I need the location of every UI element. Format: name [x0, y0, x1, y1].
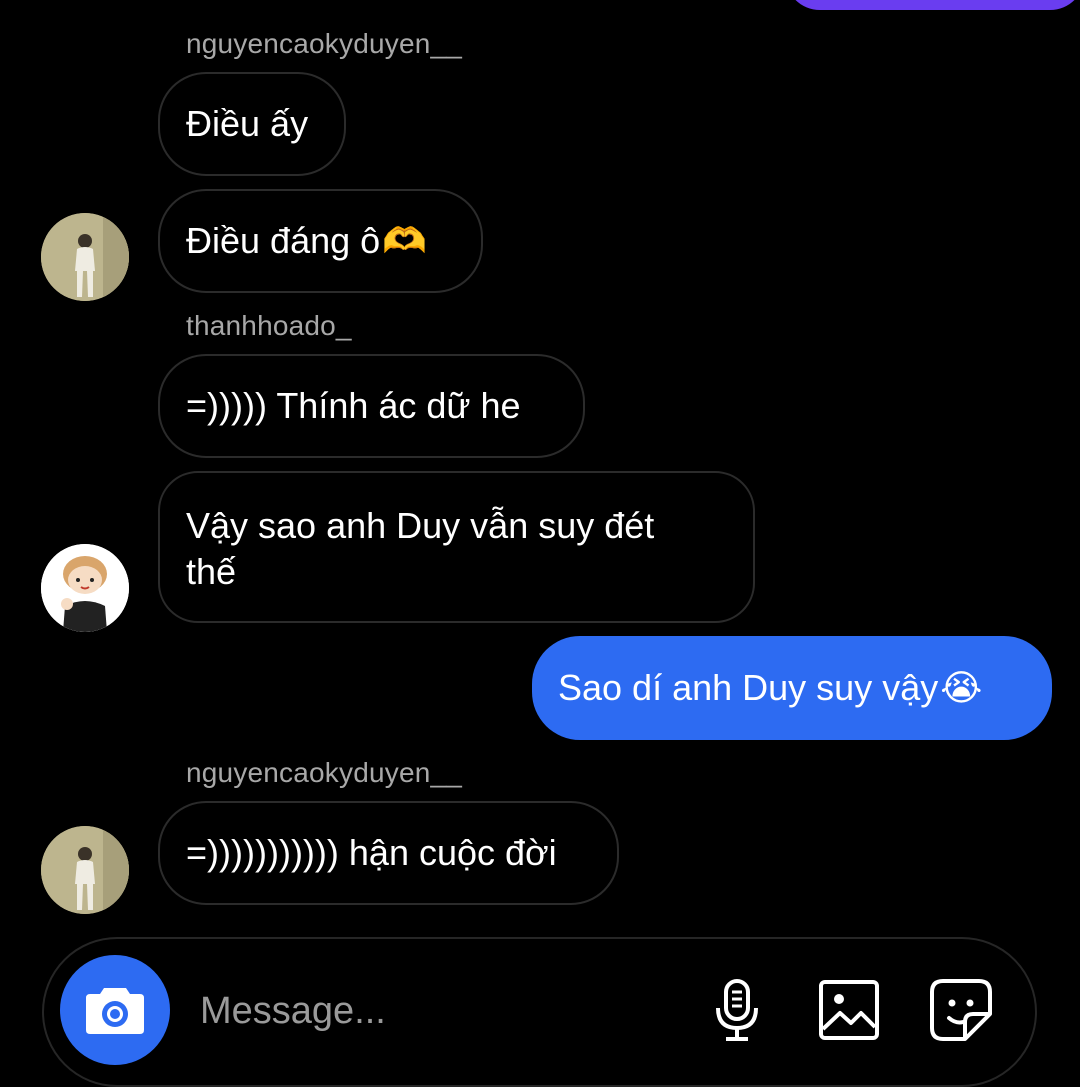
message-input[interactable]	[198, 982, 672, 1040]
avatar[interactable]	[41, 213, 129, 301]
gallery-button[interactable]	[817, 978, 881, 1042]
message-text: =))))) Thính ác dữ he	[186, 385, 521, 426]
avatar[interactable]	[41, 544, 129, 632]
person-photo-icon	[41, 213, 129, 301]
message-bubble[interactable]: Điều ấy	[158, 72, 346, 176]
gallery-icon	[819, 980, 879, 1040]
camera-button[interactable]	[60, 955, 170, 1065]
own-message-bubble[interactable]: Sao dí anh Duy suy vậy 😭	[532, 636, 1052, 740]
heart-hands-emoji: 🫶	[382, 220, 427, 261]
message-text: Sao dí anh Duy suy vậy	[558, 667, 939, 708]
message-text: Vậy sao anh Duy vẫn suy đét thế	[186, 505, 655, 592]
message-bubble[interactable]: =))))) Thính ác dữ he	[158, 354, 585, 458]
microphone-icon	[716, 979, 758, 1041]
sender-username: nguyencaokyduyen__	[186, 757, 463, 788]
microphone-button[interactable]	[705, 978, 769, 1042]
sender-username: nguyencaokyduyen__	[186, 28, 463, 59]
previous-message-bubble	[785, 0, 1080, 10]
sticker-icon	[930, 979, 992, 1041]
message-text: =))))))))))) hận cuộc đời	[186, 832, 557, 873]
message-text: Điều đáng ô	[186, 220, 381, 261]
crying-face-emoji: 😭	[940, 667, 983, 708]
message-bubble[interactable]: Điều đáng ô 🫶	[158, 189, 483, 293]
cartoon-avatar-icon	[41, 544, 129, 632]
message-bubble[interactable]: =))))))))))) hận cuộc đời	[158, 801, 619, 905]
message-bubble[interactable]: Vậy sao anh Duy vẫn suy đét thế	[158, 471, 755, 623]
message-text: Điều ấy	[186, 103, 309, 144]
sender-username: thanhhoado_	[186, 310, 352, 341]
camera-icon	[86, 988, 144, 1034]
sticker-button[interactable]	[929, 978, 993, 1042]
person-photo-icon	[41, 826, 129, 914]
avatar[interactable]	[41, 826, 129, 914]
